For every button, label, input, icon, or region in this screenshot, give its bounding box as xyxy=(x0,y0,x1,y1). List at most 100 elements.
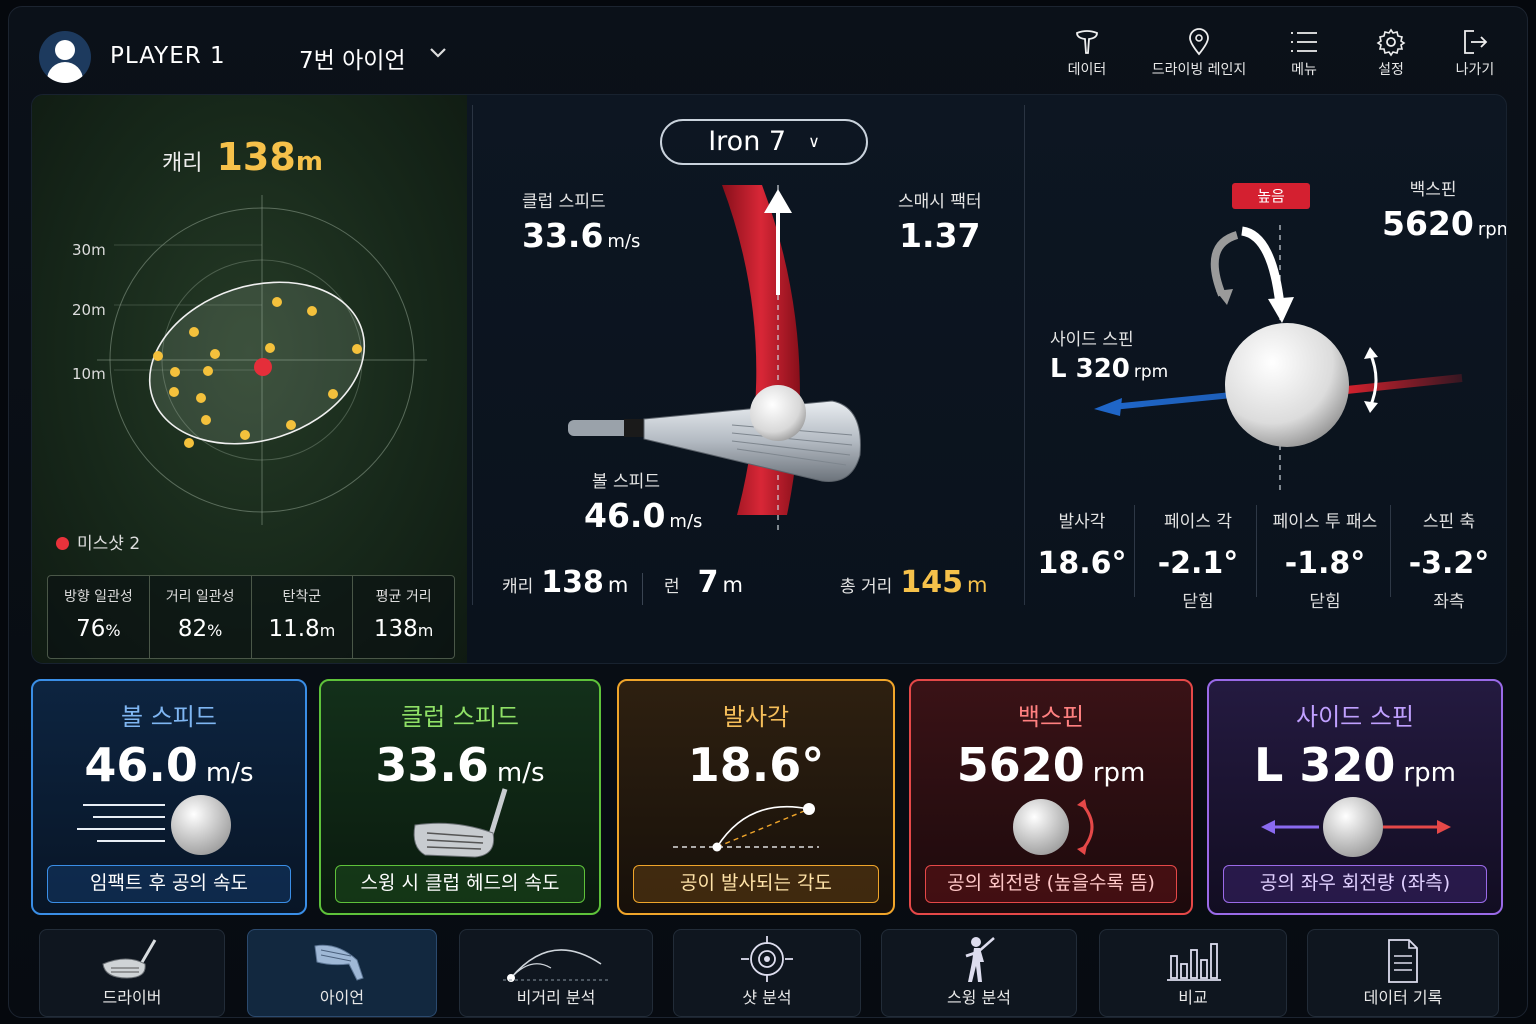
stat-group: 탄착군 11.8m xyxy=(252,576,354,658)
backspin-arrow-icon xyxy=(1210,231,1239,297)
shot-dot xyxy=(184,438,194,448)
shot-dot xyxy=(240,430,250,440)
shot-dot xyxy=(307,306,317,316)
average-point xyxy=(254,358,272,376)
player-name: PLAYER 1 xyxy=(110,43,226,69)
spin-axis-metric: 스핀 축 -3.2° 좌측 xyxy=(1408,512,1490,612)
nav-label: 드라이빙 레인지 xyxy=(1151,62,1247,78)
nav-label: 메뉴 xyxy=(1291,62,1317,78)
bottom-nav-swing-analysis[interactable]: 스윙 분석 xyxy=(881,929,1077,1017)
bottom-nav-compare[interactable]: 비교 xyxy=(1099,929,1287,1017)
divider xyxy=(642,573,643,605)
ring-label-20m: 20m xyxy=(72,301,106,319)
dispersion-panel: 캐리 138m 30m 20m 10m 미스샷 2 방향 일관성 76% 거리 … xyxy=(32,95,467,663)
consistency-stats: 방향 일관성 76% 거리 일관성 82% 탄착군 11.8m 평균 거리 138m xyxy=(47,575,455,659)
app-frame: PLAYER 1 7번 아이언 데이터 드라이빙 레인지 메뉴 설정 나가기 캐… xyxy=(8,6,1528,1018)
shot-dot xyxy=(203,366,213,376)
location-pin-icon xyxy=(1139,25,1259,59)
miss-shot-legend: 미스샷 2 xyxy=(56,529,140,554)
launch-angle-metric: 발사각 18.6° xyxy=(1037,512,1127,581)
sidespin-rotate-icon xyxy=(1368,352,1378,408)
spin-axis-red xyxy=(1336,374,1463,395)
shot-dot xyxy=(189,327,199,337)
fast-ball-icon xyxy=(77,795,231,855)
divider xyxy=(472,105,473,605)
stat-distance: 거리 일관성 82% xyxy=(150,576,252,658)
card-club-speed[interactable]: 클럽 스피드 33.6 m/s 스윙 시 클럽 헤드의 속도 xyxy=(319,679,601,915)
gear-icon xyxy=(1369,25,1413,59)
card-sidespin[interactable]: 사이드 스핀 L 320 rpm 공의 좌우 회전량 (좌측) xyxy=(1207,679,1503,915)
nav-data[interactable]: 데이터 xyxy=(1059,25,1115,79)
club-speed-metric: 클럽 스피드 33.6 m/s xyxy=(522,192,641,255)
divider xyxy=(1256,505,1257,597)
menu-list-icon xyxy=(1279,25,1329,59)
nav-driving-range[interactable]: 드라이빙 레인지 xyxy=(1139,25,1259,79)
nav-menu[interactable]: 메뉴 xyxy=(1279,25,1329,79)
shot-dot xyxy=(201,415,211,425)
bottom-nav-driver[interactable]: 드라이버 xyxy=(39,929,225,1017)
card-launch-angle[interactable]: 발사각 18.6° 공이 발사되는 각도 xyxy=(617,679,895,915)
header: PLAYER 1 7번 아이언 데이터 드라이빙 레인지 메뉴 설정 나가기 xyxy=(9,7,1529,97)
nav-label: 설정 xyxy=(1378,62,1404,78)
nav-label: 데이터 xyxy=(1067,62,1107,78)
shot-dot xyxy=(210,349,220,359)
card-ball-speed[interactable]: 볼 스피드 46.0 m/s 임팩트 후 공의 속도 xyxy=(31,679,307,915)
stat-direction: 방향 일관성 76% xyxy=(48,576,150,658)
chevron-down-icon[interactable] xyxy=(429,43,447,64)
chevron-down-icon: ∨ xyxy=(808,132,820,151)
total-distance: 총 거리 145 m xyxy=(840,565,988,600)
club-select[interactable]: 7번 아이언 xyxy=(299,41,406,75)
shot-dot xyxy=(272,297,282,307)
driver-icon xyxy=(40,930,224,984)
club-pill-select[interactable]: Iron 7 ∨ xyxy=(660,119,868,165)
exit-icon xyxy=(1447,25,1503,59)
ball-speed-metric: 볼 스피드 46.0 m/s xyxy=(584,472,703,535)
golf-ball-icon xyxy=(750,385,806,441)
divider xyxy=(1390,505,1391,597)
nav-exit[interactable]: 나가기 xyxy=(1447,25,1503,79)
face-angle-metric: 페이스 각 -2.1° 닫힘 xyxy=(1157,512,1239,612)
launch-angle-icon xyxy=(673,803,819,852)
arrow-left-icon xyxy=(1094,398,1122,416)
bar-compare-icon xyxy=(1100,930,1286,984)
shot-data-panel: 캐리 138m 30m 20m 10m 미스샷 2 방향 일관성 76% 거리 … xyxy=(31,94,1507,664)
divider xyxy=(1134,505,1135,597)
document-icon xyxy=(1308,930,1498,984)
card-backspin[interactable]: 백스핀 5620 rpm 공의 회전량 (높을수록 뜸) xyxy=(909,679,1193,915)
backspin-ball-icon xyxy=(1013,799,1094,855)
ring-label-10m: 10m xyxy=(72,365,106,383)
shot-dot xyxy=(196,393,206,403)
bottom-nav-distance[interactable]: 비거리 분석 xyxy=(459,929,653,1017)
shot-dot xyxy=(265,343,275,353)
bottom-nav-shot-analysis[interactable]: 샷 분석 xyxy=(673,929,861,1017)
sidespin-ball-icon xyxy=(1261,797,1451,857)
run-distance: 런7m xyxy=(664,565,743,600)
golf-ball-icon xyxy=(1225,323,1349,447)
trajectory-icon xyxy=(460,930,652,984)
carry-distance: 캐리 138 m xyxy=(502,565,629,600)
iron-icon xyxy=(248,930,436,984)
shot-dot xyxy=(169,387,179,397)
smash-factor-metric: 스매시 팩터 1.37 xyxy=(898,192,982,255)
golfer-icon xyxy=(882,930,1076,984)
bottom-nav-iron[interactable]: 아이언 xyxy=(247,929,437,1017)
nav-label: 나가기 xyxy=(1455,62,1495,78)
dispersion-chart: 30m 20m 10m xyxy=(72,195,427,525)
shot-dot xyxy=(328,389,338,399)
shot-dot xyxy=(153,351,163,361)
launch-direction-blue xyxy=(1111,392,1233,410)
tee-icon xyxy=(1059,25,1115,59)
shot-dot xyxy=(286,420,296,430)
shot-dot xyxy=(352,344,362,354)
spin-illustration xyxy=(1094,225,1463,495)
nav-settings[interactable]: 설정 xyxy=(1369,25,1413,79)
divider xyxy=(1024,105,1025,605)
shot-dot xyxy=(170,367,180,377)
target-icon xyxy=(674,930,860,984)
avatar[interactable] xyxy=(39,31,91,83)
iron-club-icon xyxy=(413,788,508,858)
stat-average: 평균 거리 138m xyxy=(373,589,434,642)
ring-label-30m: 30m xyxy=(72,241,106,259)
bottom-nav-data-record[interactable]: 데이터 기록 xyxy=(1307,929,1499,1017)
face-to-path-metric: 페이스 투 패스 -1.8° 닫힘 xyxy=(1272,512,1378,612)
